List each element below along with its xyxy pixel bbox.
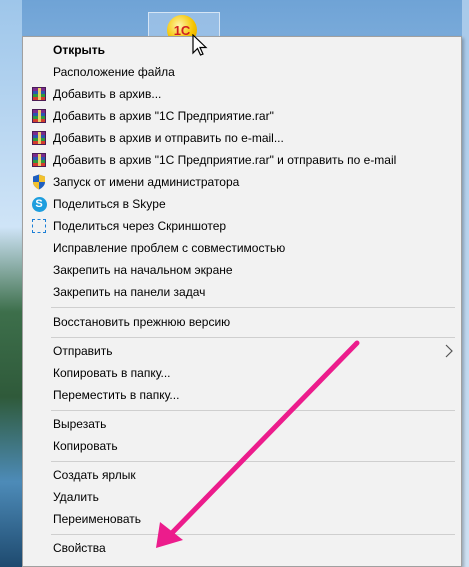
menu-item-open[interactable]: Открыть [23, 39, 461, 61]
winrar-icon [31, 108, 47, 124]
menu-item-create-shortcut[interactable]: Создать ярлык [23, 464, 461, 486]
menu-item-pin-start[interactable]: Закрепить на начальном экране [23, 259, 461, 281]
menu-item-troubleshoot-compat[interactable]: Исправление проблем с совместимостью [23, 237, 461, 259]
menu-item-share-skype[interactable]: S Поделиться в Skype [23, 193, 461, 215]
menu-item-add-to-archive[interactable]: Добавить в архив... [23, 83, 461, 105]
menu-item-send-to[interactable]: Отправить [23, 340, 461, 362]
menu-item-copy-to-folder[interactable]: Копировать в папку... [23, 362, 461, 384]
menu-item-run-as-admin[interactable]: Запуск от имени администратора [23, 171, 461, 193]
menu-item-share-screenshoter[interactable]: Поделиться через Скриншотер [23, 215, 461, 237]
menu-item-add-archive-email[interactable]: Добавить в архив и отправить по e-mail..… [23, 127, 461, 149]
menu-item-delete[interactable]: Удалить [23, 486, 461, 508]
menu-item-add-named-archive-email[interactable]: Добавить в архив "1С Предприятие.rar" и … [23, 149, 461, 171]
menu-separator [51, 461, 455, 462]
menu-item-add-to-named-archive[interactable]: Добавить в архив "1С Предприятие.rar" [23, 105, 461, 127]
context-menu: Открыть Расположение файла Добавить в ар… [22, 36, 462, 567]
chevron-right-icon [445, 344, 453, 358]
menu-item-move-to-folder[interactable]: Переместить в папку... [23, 384, 461, 406]
menu-item-restore-previous[interactable]: Восстановить прежнюю версию [23, 311, 461, 333]
screenshot-icon [31, 218, 47, 234]
winrar-icon [31, 152, 47, 168]
menu-item-rename[interactable]: Переименовать [23, 508, 461, 530]
desktop-background-left [0, 0, 22, 567]
menu-separator [51, 307, 455, 308]
uac-shield-icon [31, 174, 47, 190]
skype-icon: S [31, 196, 47, 212]
menu-separator [51, 337, 455, 338]
desktop-background-right [462, 0, 469, 567]
mouse-cursor-icon [192, 34, 208, 56]
menu-item-cut[interactable]: Вырезать [23, 413, 461, 435]
menu-separator [51, 410, 455, 411]
menu-item-copy[interactable]: Копировать [23, 435, 461, 457]
menu-separator [51, 534, 455, 535]
menu-item-pin-taskbar[interactable]: Закрепить на панели задач [23, 281, 461, 303]
winrar-icon [31, 130, 47, 146]
winrar-icon [31, 86, 47, 102]
menu-item-properties[interactable]: Свойства [23, 537, 461, 559]
menu-item-file-location[interactable]: Расположение файла [23, 61, 461, 83]
